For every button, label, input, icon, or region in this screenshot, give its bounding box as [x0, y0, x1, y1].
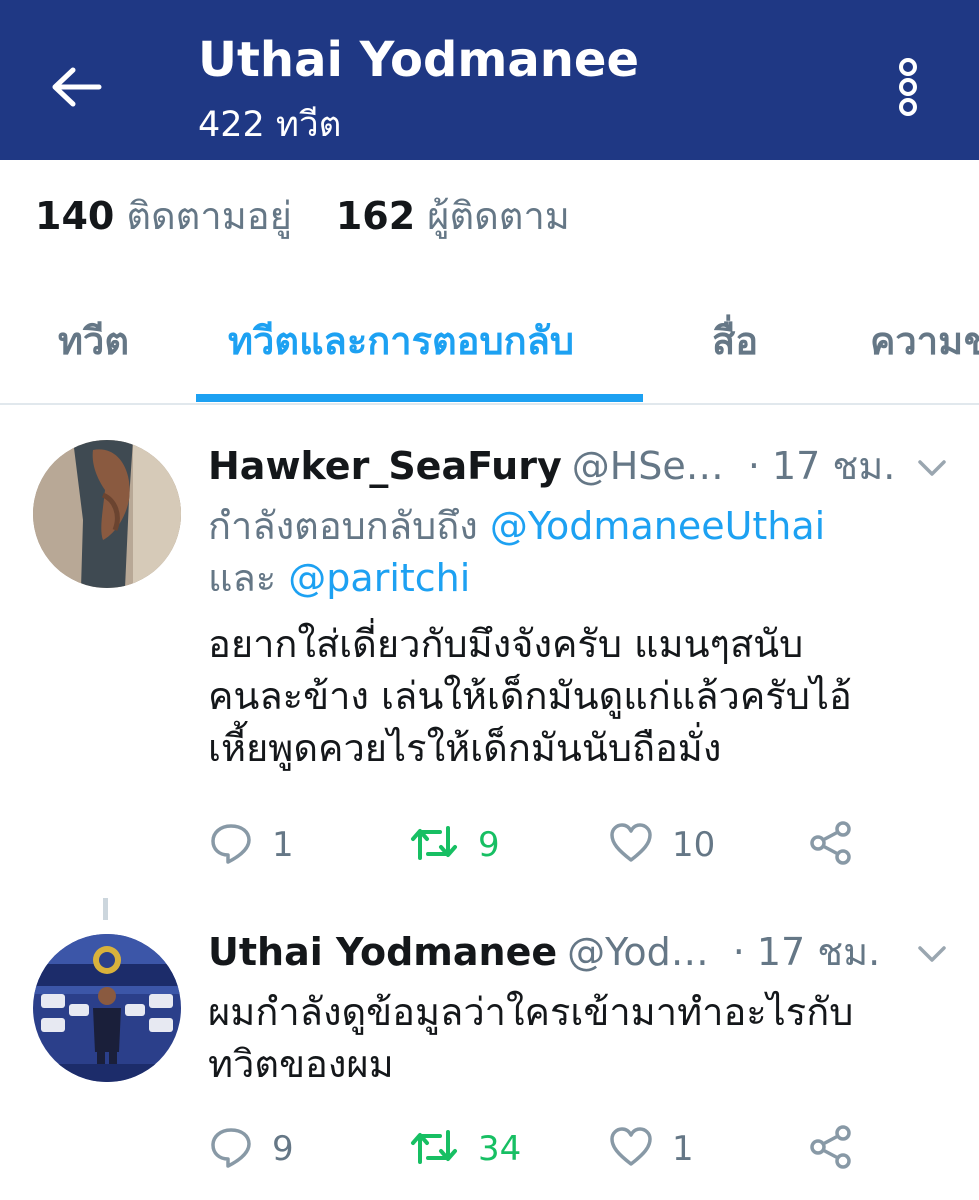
tab-likes[interactable]: ความช — [870, 315, 979, 367]
like-button[interactable]: 10 — [608, 820, 715, 870]
app-header: Uthai Yodmanee 422 ทวีต — [0, 0, 979, 160]
tweet-header: Uthai Yodmanee @Yod… · 17 ชม. — [208, 926, 880, 978]
active-tab-indicator — [196, 394, 643, 402]
reply-button[interactable]: 1 — [208, 820, 294, 870]
following-label: ติดตามอยู่ — [126, 194, 292, 238]
profile-stats: 140 ติดตามอยู่ 162 ผู้ติดตาม — [35, 190, 570, 242]
tweet-text-line: คนละข้าง เล่นให้เด็กมันดูแก่แล้วครับไอ้ — [208, 674, 852, 718]
tweet-time: · 17 ชม. — [732, 930, 881, 974]
like-icon — [608, 1124, 654, 1174]
reply-count: 9 — [272, 1129, 294, 1169]
author-name[interactable]: Hawker_SeaFury — [208, 440, 562, 492]
followers-link[interactable]: 162 ผู้ติดตาม — [336, 190, 570, 242]
reply-icon — [208, 1124, 254, 1174]
avatar[interactable] — [33, 440, 181, 588]
tweet-actions: 9 34 1 — [208, 1124, 888, 1174]
chevron-down-icon[interactable] — [912, 940, 952, 970]
tweet-item[interactable]: Hawker_SeaFury @HSe… · 17 ชม. กำลังตอบกล… — [0, 430, 979, 880]
followers-label: ผู้ติดตาม — [427, 194, 570, 238]
reply-prefix: กำลังตอบกลับถึง — [208, 504, 478, 548]
share-button[interactable] — [808, 820, 854, 870]
reply-icon — [208, 820, 254, 870]
back-arrow-icon[interactable] — [40, 50, 114, 124]
tweet-text-line: ทวิตของผม — [208, 1042, 394, 1086]
tab-tweets-and-replies[interactable]: ทวีตและการตอบกลับ — [228, 315, 574, 367]
retweet-icon — [408, 1124, 460, 1174]
tab-tweets[interactable]: ทวีต — [58, 315, 129, 367]
following-count: 140 — [35, 194, 115, 238]
reply-button[interactable]: 9 — [208, 1124, 294, 1174]
author-handle[interactable]: @HSe… — [572, 440, 724, 492]
avatar[interactable] — [33, 934, 181, 1082]
tab-media[interactable]: สื่อ — [712, 315, 758, 367]
profile-title: Uthai Yodmanee — [198, 32, 640, 88]
tweet-text-line: ผมกำลังดูข้อมูลว่าใครเข้ามาทำอะไรกับ — [208, 990, 854, 1034]
author-name[interactable]: Uthai Yodmanee — [208, 926, 557, 978]
like-button[interactable]: 1 — [608, 1124, 694, 1174]
tweet-text: ผมกำลังดูข้อมูลว่าใครเข้ามาทำอะไรกับ ทวิ… — [208, 986, 928, 1090]
tweet-count: 422 ทวีต — [198, 105, 342, 145]
retweet-button[interactable]: 34 — [408, 1124, 521, 1174]
share-icon — [808, 820, 854, 870]
profile-tabs: ทวีต ทวีตและการตอบกลับ สื่อ ความช — [0, 295, 979, 405]
tweet-item[interactable]: Uthai Yodmanee @Yod… · 17 ชม. ผมกำลังดูข… — [0, 922, 979, 1200]
retweet-count: 9 — [478, 825, 500, 865]
retweet-button[interactable]: 9 — [408, 820, 500, 870]
tweet-time: · 17 ชม. — [747, 444, 896, 488]
like-count: 1 — [672, 1129, 694, 1169]
chevron-down-icon[interactable] — [912, 454, 952, 484]
author-handle[interactable]: @Yod… — [567, 926, 709, 978]
tweet-text-line: เหี้ยพูดควยไรให้เด็กมันนับถือมั่ง — [208, 726, 722, 770]
retweet-count: 34 — [478, 1129, 522, 1169]
followers-count: 162 — [335, 194, 416, 238]
following-link[interactable]: 140 ติดตามอยู่ — [35, 190, 292, 242]
retweet-icon — [408, 820, 460, 870]
reply-and: และ — [208, 556, 277, 600]
thread-line — [103, 898, 108, 920]
mention-link[interactable]: @YodmaneeUthai — [490, 504, 825, 548]
tweet-header: Hawker_SeaFury @HSe… · 17 ชม. — [208, 440, 895, 492]
more-options-icon[interactable] — [880, 52, 936, 122]
like-icon — [608, 820, 654, 870]
mention-link[interactable]: @paritchi — [288, 556, 470, 600]
tweet-text-line: อยากใส่เดี่ยวกับมึงจังครับ แมนๆสนับ — [208, 622, 804, 666]
share-icon — [808, 1124, 854, 1174]
like-count: 10 — [672, 825, 716, 865]
tweet-actions: 1 9 10 — [208, 820, 888, 870]
share-button[interactable] — [808, 1124, 854, 1174]
tweet-text: อยากใส่เดี่ยวกับมึงจังครับ แมนๆสนับ คนละ… — [208, 618, 928, 774]
reply-context: กำลังตอบกลับถึง @YodmaneeUthai และ @pari… — [208, 500, 928, 604]
reply-count: 1 — [272, 825, 294, 865]
